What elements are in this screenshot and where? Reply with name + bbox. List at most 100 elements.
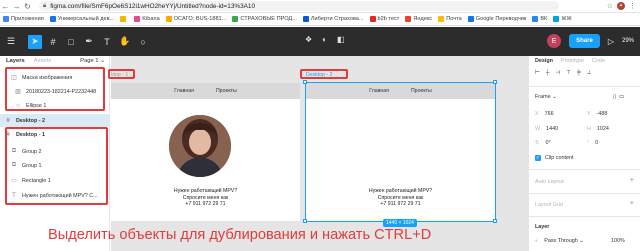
bookmark-item[interactable]: ВК [532,16,547,22]
bookmark-favicon [438,16,445,22]
layer-section-title: Layer [535,224,550,230]
bookmark-favicon [302,16,309,22]
frame-desktop-1[interactable]: Главная Проекты Нужен работающий MPV? Сп… [111,83,300,221]
nav-main-text: Главная [174,88,194,94]
design-panel-tabs: Design Prototype Code [529,56,640,66]
bookmark-item[interactable]: ЖЖ [553,16,572,22]
menu-icon[interactable]: ⋮ [629,2,636,10]
bookmark-favicon [405,16,412,22]
instruction-caption: Выделить объекты для дублирования и нажа… [48,227,432,243]
width-field[interactable]: W 1440 [535,126,558,132]
back-icon[interactable]: ← [0,1,11,12]
bookmarks-bar: Приложения Универсальный дев... Kibana О… [0,13,640,26]
bookmark-item[interactable]: Google Переводчик [467,16,526,22]
share-button[interactable]: Share [569,34,600,48]
bookmark-favicon [49,16,56,22]
rectangle-tool-icon[interactable]: □ [64,35,78,49]
nav-projects-text: Проекты [215,88,237,94]
tab-design[interactable]: Design [535,58,553,64]
add-layout-grid-icon[interactable]: + [630,200,634,207]
x-field[interactable]: X 766 [535,111,554,117]
divider [529,169,640,170]
mask-icon[interactable]: ◐ [322,35,327,44]
bookmark-item[interactable] [120,16,128,22]
resize-handle[interactable] [303,219,307,223]
layout-grid-section: Layout Grid [535,202,563,208]
rotation-field[interactable]: ↻ 0° [535,140,551,146]
main-menu-icon[interactable]: ☰ [4,35,18,49]
bookmark-favicon [134,16,141,22]
frame-preset-dropdown[interactable]: Frame ⌄ [535,94,557,100]
layer-row-selected[interactable]: # Desktop - 2 [0,114,110,127]
cta-phone: +7 911 972 29 71 [185,201,226,207]
auto-layout-section: Auto Layout [535,179,564,185]
boolean-icon[interactable]: ◧ [337,35,345,44]
present-icon[interactable]: ▷ [608,37,614,46]
tab-code[interactable]: Code [592,58,605,64]
clip-content-checkbox[interactable]: ✓ Clip content [535,155,573,161]
forward-icon[interactable]: → [11,1,22,12]
design-panel: Design Prototype Code ⊢ ┼ ⊣ ⊤ ╪ ⊥ Frame … [528,56,640,251]
y-field[interactable]: Y -488 [587,111,607,117]
url-text: figma.com/file/SmF6pOe6S12i1wHO2heYYj/Un… [50,2,255,10]
reload-icon[interactable]: ↻ [22,1,33,12]
bookmark-item[interactable]: Либерти Страхова... [302,16,364,22]
bookmark-favicon [467,16,474,22]
bookmark-item[interactable]: b2b тест [369,16,399,22]
zoom-dropdown[interactable]: 29% [622,38,634,44]
star-icon[interactable]: ☆ [607,2,613,10]
blend-mode-dropdown[interactable]: ◐ Pass Through ⌄ [535,238,584,244]
url-input[interactable]: 🔒︎ figma.com/file/SmF6pOe6S12i1wHO2heYYj… [39,1,559,11]
tab-assets[interactable]: Assets [34,58,51,64]
annotation-box-layers-1 [5,67,105,111]
component-icon[interactable]: ❖ [305,35,312,44]
cta-line: Спросите меня как [182,194,229,201]
align-left-icon[interactable]: ⊢ [535,70,540,76]
bookmark-item[interactable]: Универсальный дев... [49,16,114,22]
align-bottom-icon[interactable]: ⊥ [587,70,592,76]
tab-prototype[interactable]: Prototype [561,58,584,64]
frame-navbar: Главная Проекты [111,83,300,99]
bookmark-favicon [369,16,376,22]
align-middle-icon[interactable]: ╪ [577,70,581,76]
add-auto-layout-icon[interactable]: + [630,177,634,184]
align-right-icon[interactable]: ⊣ [556,70,561,76]
frame-tool-icon[interactable]: # [46,35,60,49]
portrait-image [169,115,231,177]
bookmark-item[interactable]: Kibana [134,16,160,22]
align-tools: ⊢ ┼ ⊣ ⊤ ╪ ⊥ [535,70,591,76]
design-canvas[interactable]: ktop - 1 Главная Проекты Нужен работающи… [111,56,528,251]
bookmark-item[interactable]: ОСАГО: BUS-1881... [165,16,226,22]
extension-icon[interactable]: ✦ [617,2,625,10]
bookmark-item[interactable]: СТРАХОВЫЕ ПРОД... [232,16,297,22]
resize-handle[interactable] [493,80,497,84]
opacity-field[interactable]: 100% [611,238,625,244]
selection-outline [305,82,496,222]
text-tool-icon[interactable]: T [100,35,114,49]
resize-handle[interactable] [493,219,497,223]
resize-handle[interactable] [303,80,307,84]
page-selector[interactable]: Page 1 ⌄ [80,58,109,64]
align-center-icon[interactable]: ┼ [546,70,550,76]
corner-radius-field[interactable]: ◜ 0 [587,140,598,146]
pen-tool-icon[interactable]: ✒ [82,35,96,49]
browser-actions: ☆ ✦ ⋮ [607,2,640,10]
bookmark-item[interactable]: Приложения [3,16,44,22]
bookmark-item[interactable]: Почта [438,16,462,22]
hand-tool-icon[interactable]: ✋ [118,35,132,49]
tab-layers[interactable]: Layers [6,58,25,64]
landscape-icon[interactable]: ▭ [619,94,624,100]
comment-tool-icon[interactable]: ○ [136,35,150,49]
layers-panel-header: Layers Assets Page 1 ⌄ [0,56,109,66]
divider [529,216,640,217]
move-tool-icon[interactable]: ➤ [28,34,42,49]
divider [529,193,640,194]
bookmark-item[interactable]: Яндекс [405,16,432,22]
height-field[interactable]: H 1024 [587,126,609,132]
divider [529,86,640,87]
toolbar-right: E Share ▷ 29% [547,34,634,48]
portrait-icon[interactable]: ▯ [613,94,616,100]
avatar[interactable]: E [547,34,562,48]
bookmark-favicon [120,16,127,22]
align-top-icon[interactable]: ⊤ [566,70,571,76]
